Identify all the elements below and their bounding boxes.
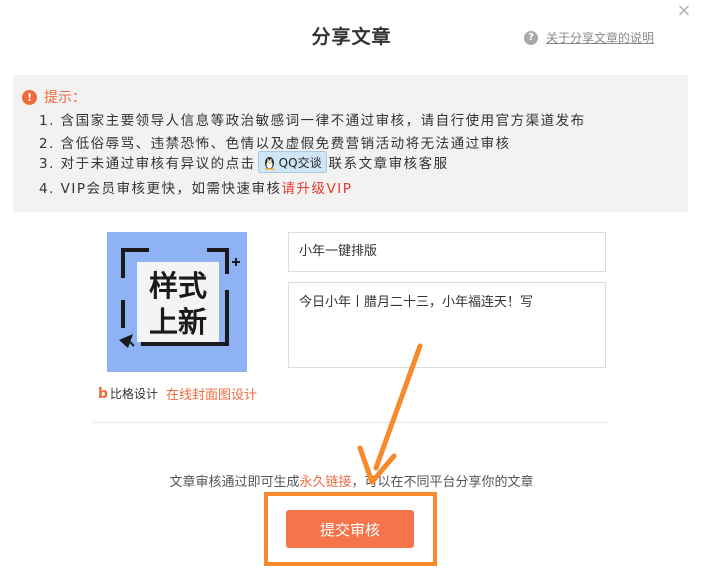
notice-line-4: 4. VIP会员审核更快，如需快速审核 请升级VIP xyxy=(39,177,352,197)
notice-box: ! 提示： 1. 含国家主要领导人信息等政治敏感词一律不通过审核，请自行使用官方… xyxy=(13,75,688,212)
notice-heading-label: 提示： xyxy=(44,90,86,106)
close-icon[interactable]: × xyxy=(675,2,693,20)
upgrade-vip-link[interactable]: 请升级VIP xyxy=(282,177,353,197)
submit-review-button[interactable]: 提交审核 xyxy=(286,510,414,548)
share-help-link[interactable]: 关于分享文章的说明 xyxy=(546,29,654,46)
warning-icon: ! xyxy=(22,89,37,105)
help-link-group[interactable]: ? 关于分享文章的说明 xyxy=(523,29,654,46)
bigesheji-logo-text: 比格设计 xyxy=(110,387,159,401)
qq-chat-label: QQ交谈 xyxy=(278,155,322,170)
question-icon: ? xyxy=(523,30,538,45)
bigesheji-logo: b 比格设计 xyxy=(98,385,158,402)
cursor-icon xyxy=(119,334,133,348)
article-title-input[interactable]: 小年一键排版 xyxy=(288,232,606,272)
notice-line-1: 1. 含国家主要领导人信息等政治敏感词一律不通过审核，请自行使用官方渠道发布 xyxy=(39,113,586,129)
cover-design-credit: b 比格设计 在线封面图设计 xyxy=(98,384,257,404)
qq-chat-button[interactable]: QQ交谈 xyxy=(257,151,327,173)
share-tip-after: ，可以在不同平台分享你的文章 xyxy=(351,475,534,490)
share-tip-before: 文章审核通过即可生成 xyxy=(169,475,300,490)
share-tip: 文章审核通过即可生成永久链接，可以在不同平台分享你的文章 xyxy=(0,471,703,490)
notice-heading: ! 提示： xyxy=(22,87,86,107)
cover-artwork: 样式 上新 xyxy=(119,248,240,348)
online-cover-design-link[interactable]: 在线封面图设计 xyxy=(166,384,257,403)
share-article-dialog: 分享文章 × ? 关于分享文章的说明 ! 提示： 1. 含国家主要领导人信息等政… xyxy=(0,0,703,574)
cover-image[interactable]: 样式 上新 xyxy=(107,232,247,372)
notice-line-3-after: 联系文章审核客服 xyxy=(328,156,449,172)
qq-penguin-icon xyxy=(264,156,274,170)
bigesheji-logo-letter: b xyxy=(98,385,109,402)
notice-line-3-before: 3. 对于未通过审核有异议的点击 xyxy=(39,156,256,172)
notice-line-4-before: 4. VIP会员审核更快，如需快速审核 xyxy=(39,181,282,197)
permanent-link-text: 永久链接 xyxy=(299,475,352,490)
notice-line-3: 3. 对于未通过审核有异议的点击 QQ交谈 联系文章审核客服 xyxy=(39,151,449,173)
article-digest-textarea[interactable]: 今日小年丨腊月二十三，小年福连天！写 xyxy=(288,282,606,368)
section-divider xyxy=(93,422,608,423)
cover-text-line2: 上新 xyxy=(149,305,207,339)
notice-line-2: 2. 含低俗辱骂、违禁恐怖、色情以及虚假免费营销活动将无法通过审核 xyxy=(39,136,511,152)
cover-text-line1: 样式 xyxy=(149,269,207,303)
